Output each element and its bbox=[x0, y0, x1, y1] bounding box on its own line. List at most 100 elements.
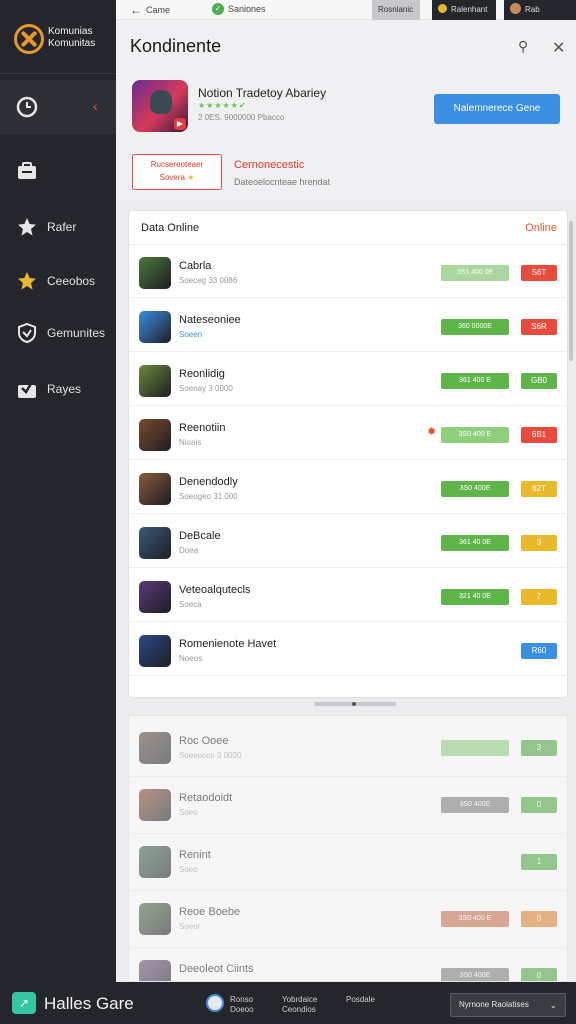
close-icon[interactable]: ✕ bbox=[552, 38, 565, 58]
bottom-bar: ↗ Halles Gare Ronso Doeoo Yobrdaice Ceondi… bbox=[0, 982, 576, 1024]
sidebar-item-label: Rayes bbox=[47, 382, 82, 396]
card-header: Data Online Online bbox=[129, 211, 569, 245]
top-bar: ← Came ✓ Saniones Rosnlanic Ralenhant Rab bbox=[116, 0, 576, 20]
item-subtitle: Soeceg 33 0086 bbox=[179, 276, 238, 285]
user-menu[interactable]: Rab bbox=[504, 0, 576, 20]
item-subtitle: Soeeocos 3 0000 bbox=[179, 751, 242, 760]
footer-link[interactable]: Ronso Doeoo bbox=[230, 995, 254, 1015]
item-subtitle: Soenay 3 0000 bbox=[179, 384, 233, 393]
item-subtitle: Noeos bbox=[179, 654, 203, 663]
list-item[interactable]: Romenienote Havet Noeos R60 bbox=[129, 623, 569, 676]
list-item[interactable]: Deeoleot Ciints 3S0 400E 0 bbox=[129, 948, 567, 981]
status-badge[interactable]: S6R bbox=[521, 319, 557, 335]
sidebar-item-label: Rafer bbox=[47, 220, 77, 234]
list-item[interactable]: Roc Ooee Soeeocos 3 0000 3 bbox=[129, 720, 567, 777]
item-subtitle: Soeca bbox=[179, 600, 202, 609]
item-name: Cabrla bbox=[179, 260, 212, 272]
status-badge[interactable]: 0 bbox=[521, 968, 557, 981]
status-badge[interactable]: 6B1 bbox=[521, 427, 557, 443]
item-name: Retaodoidt bbox=[179, 792, 233, 804]
status-badge[interactable]: 62T bbox=[521, 481, 557, 497]
region-select[interactable]: Nyrnone Raolatises ⌄ bbox=[450, 993, 566, 1017]
sidebar-item-gemunites[interactable]: Gemunites bbox=[0, 306, 116, 360]
avatar bbox=[510, 3, 521, 14]
footer-link[interactable]: Posdale bbox=[346, 995, 375, 1005]
star-icon: ★ bbox=[187, 173, 195, 182]
sidebar-item-rayes[interactable]: Rayes bbox=[0, 362, 116, 416]
game-icon bbox=[139, 257, 171, 289]
flag-icon: ✹ bbox=[427, 426, 437, 438]
status-badge[interactable]: 1 bbox=[521, 854, 557, 870]
avatar[interactable] bbox=[206, 994, 224, 1012]
app-name: Halles Gare bbox=[44, 994, 134, 1013]
item-name: Roc Ooee bbox=[179, 735, 229, 747]
status-badge[interactable]: 0 bbox=[521, 797, 557, 813]
badge-icon: ▶ bbox=[174, 118, 186, 130]
scrollbar[interactable] bbox=[569, 221, 573, 361]
status-badge[interactable]: 3 bbox=[521, 535, 557, 551]
chevron-down-icon: ⌄ bbox=[549, 1000, 557, 1010]
status-badge: Online bbox=[525, 222, 557, 234]
item-name: Reoe Boebe bbox=[179, 906, 241, 918]
sidebar-item-briefcase[interactable] bbox=[0, 144, 116, 198]
star-outline-icon bbox=[18, 218, 36, 236]
promo-button[interactable]: Rucsereoteaer Sovera ★ bbox=[132, 154, 222, 190]
primary-action-button[interactable]: Nalemnerece Gene bbox=[434, 94, 560, 124]
shield-icon bbox=[18, 322, 36, 344]
status-badge[interactable]: R60 bbox=[521, 643, 557, 659]
sidebar-item-ceeobos[interactable]: Ceeobos bbox=[0, 254, 116, 308]
pager-indicator[interactable] bbox=[314, 702, 396, 706]
main-panel: Kondinente ⚲ ✕ ▶ Notion Tradetoy Abariey… bbox=[116, 20, 576, 982]
item-name: Reonlidig bbox=[179, 368, 225, 380]
game-icon bbox=[139, 789, 171, 821]
score-badge: 3S0 400E bbox=[441, 481, 509, 497]
score-badge: 3S0 400 E bbox=[441, 911, 509, 927]
briefcase-icon bbox=[18, 162, 36, 179]
item-subtitle: Soeo bbox=[179, 865, 198, 874]
list-item[interactable]: Denendodly Soeogeo 31 000 3S0 400E 62T bbox=[129, 461, 569, 514]
item-name: Romenienote Havet bbox=[179, 638, 277, 650]
score-badge bbox=[441, 740, 509, 756]
list-item[interactable]: Renint Soeo 1 bbox=[129, 834, 567, 891]
item-subtitle: Soeogeo 31 000 bbox=[179, 492, 238, 501]
status-badge[interactable]: S6T bbox=[521, 265, 557, 281]
status-badge[interactable]: 7 bbox=[521, 589, 557, 605]
star-icon bbox=[18, 272, 36, 290]
item-subtitle: Soeo bbox=[179, 808, 198, 817]
coin-balance[interactable]: Ralenhant bbox=[432, 0, 496, 20]
footer-link[interactable]: Yobrdaice Ceondios bbox=[282, 995, 317, 1015]
status-badge[interactable]: 3 bbox=[521, 740, 557, 756]
card-title: Data Online bbox=[141, 222, 200, 234]
item-subtitle: Doea bbox=[179, 546, 199, 555]
list-item[interactable]: Reoe Boebe Soeor 3S0 400 E 0 bbox=[129, 891, 567, 948]
check-circle-icon: ✓ bbox=[212, 3, 224, 15]
score-badge: 361 400 E bbox=[441, 373, 509, 389]
list-item[interactable]: Reenotiin Nioais ✹ 3S0 400 E 6B1 bbox=[129, 407, 569, 460]
character-art bbox=[150, 90, 172, 114]
list-item[interactable]: Cabrla Soeceg 33 0086 3S1 400 0E S6T bbox=[129, 245, 569, 298]
list-item[interactable]: DeBcale Doea 361 40 0E 3 bbox=[129, 515, 569, 568]
sidebar-item-clock[interactable]: ‹ bbox=[0, 80, 116, 134]
sidebar-item-label: Ceeobos bbox=[47, 274, 96, 288]
promo-subtitle: Dateoelocnteae hrendat bbox=[234, 177, 331, 187]
status-badge[interactable]: 0 bbox=[521, 911, 557, 927]
back-button[interactable]: ← Came bbox=[130, 3, 170, 17]
sidebar-item-rafer[interactable]: Rafer bbox=[0, 200, 116, 254]
search-icon[interactable]: ⚲ bbox=[518, 38, 528, 55]
game-icon bbox=[139, 732, 171, 764]
brand[interactable]: Komunias Komunitas bbox=[0, 0, 116, 74]
game-icon bbox=[139, 419, 171, 451]
status-badge[interactable]: GB0 bbox=[521, 373, 557, 389]
list-item[interactable]: Reonlidig Soenay 3 0000 361 400 E GB0 bbox=[129, 353, 569, 406]
item-name: Nateseoniee bbox=[179, 314, 241, 326]
connection-status: Saniones bbox=[228, 4, 266, 14]
list-item[interactable]: Veteoalqutecls Soeca 321 40 0E 7 bbox=[129, 569, 569, 622]
coin-icon bbox=[438, 4, 447, 13]
game-icon bbox=[139, 581, 171, 613]
list-item[interactable]: Nateseoniee Soeen 360 0000E S6R bbox=[129, 299, 569, 352]
list-item[interactable]: Retaodoidt Soeo 3S0 400E 0 bbox=[129, 777, 567, 834]
top-tab[interactable]: Rosnlanic bbox=[372, 0, 420, 20]
score-badge: 321 40 0E bbox=[441, 589, 509, 605]
item-name: Reenotiin bbox=[179, 422, 226, 434]
score-badge: 3S0 400 E bbox=[441, 427, 509, 443]
